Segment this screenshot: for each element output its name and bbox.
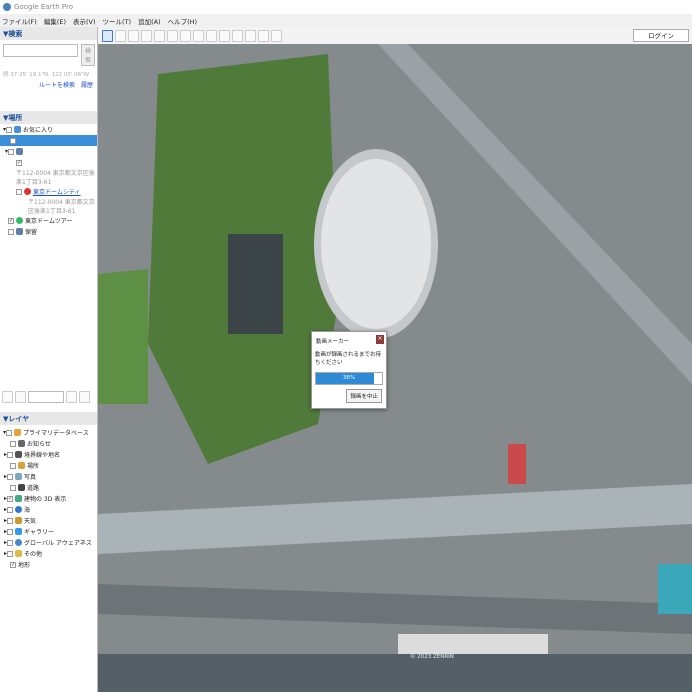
layer-item[interactable]: ▸ 写真 xyxy=(0,471,97,482)
menu-bar: ファイル(F) 編集(E) 表示(V) ツール(T) 追加(A) ヘルプ(H) xyxy=(0,14,692,27)
menu-view[interactable]: 表示(V) xyxy=(73,16,96,26)
dialog-message: 動画が録画されるまでお待ちください xyxy=(315,352,382,366)
menu-file[interactable]: ファイル(F) xyxy=(2,16,37,26)
panel-icon[interactable] xyxy=(15,391,26,403)
places-tree: ▾ お気に入り ✓ ▾ ✓ 〒112-0004 東京都文京区後楽1丁目3-61 東… xyxy=(0,124,97,237)
search-places-icon[interactable] xyxy=(2,391,13,403)
search-panel-header[interactable]: ▼検索 xyxy=(0,27,97,40)
layer-item[interactable]: ▸ ギャラリー xyxy=(0,526,97,537)
ocean-icon xyxy=(15,506,23,513)
historical-imagery-icon[interactable] xyxy=(180,29,191,42)
place-item[interactable]: ✓ xyxy=(0,157,97,168)
gallery-icon xyxy=(15,528,23,535)
layer-item[interactable]: ▸ 境界線や地名 xyxy=(0,449,97,460)
progress-label: 36% xyxy=(342,375,356,381)
close-icon[interactable]: × xyxy=(376,335,384,344)
places-toolbar xyxy=(2,391,90,403)
layers-tree: ▾ プライマリデータベース お知らせ ▸ 境界線や地名 場所 ▸ 写真 道路 ▸ ✓ 建物… xyxy=(0,425,97,570)
places-panel-header[interactable]: ▼場所 xyxy=(0,111,97,124)
sidebar: ▼検索 検索 例 37 25' 19.1"N, 122 05' 06"W ルート… xyxy=(0,27,98,692)
search-input[interactable] xyxy=(3,44,78,57)
planets-icon[interactable] xyxy=(206,29,217,42)
search-button[interactable]: 検索 xyxy=(81,44,96,66)
history-link[interactable]: 履歴 xyxy=(81,82,93,89)
tour-icon xyxy=(16,217,23,224)
progress-bar: 36% xyxy=(315,372,383,385)
global-awareness-icon xyxy=(15,539,23,546)
app-title: Google Earth Pro xyxy=(14,3,74,11)
place-item[interactable]: 保留 xyxy=(0,226,97,237)
placemark-icon xyxy=(24,188,31,195)
places-icon xyxy=(18,462,25,469)
toolbar: ログイン xyxy=(98,27,692,44)
database-icon xyxy=(14,429,22,436)
place-item[interactable]: ▾ お気に入り xyxy=(0,124,97,135)
add-path-icon[interactable] xyxy=(141,29,152,42)
menu-help[interactable]: ヘルプ(H) xyxy=(168,16,197,26)
menu-edit[interactable]: 編集(E) xyxy=(44,16,66,26)
move-up-icon[interactable] xyxy=(66,391,77,403)
photos-icon xyxy=(15,473,23,480)
route-link[interactable]: ルートを検索 xyxy=(39,82,75,89)
print-icon[interactable] xyxy=(245,29,256,42)
layer-item[interactable]: ▸ その他 xyxy=(0,548,97,559)
login-button[interactable]: ログイン xyxy=(633,29,689,42)
sidebar-toggle-icon[interactable] xyxy=(102,29,113,42)
folder-icon xyxy=(16,228,23,235)
more-icon xyxy=(15,550,23,557)
menu-tools[interactable]: ツール(T) xyxy=(103,16,132,26)
place-item[interactable]: ✓ 東京ドームツアー xyxy=(0,215,97,226)
imagery-attribution: © 2023 ZENRIN xyxy=(410,654,454,660)
title-bar: Google Earth Pro xyxy=(0,0,692,14)
map-view[interactable]: © 2023 ZENRIN xyxy=(98,44,692,692)
dialog-title: 動画メーカー xyxy=(316,339,350,345)
layer-item[interactable]: 道路 xyxy=(0,482,97,493)
folder-icon xyxy=(16,148,24,155)
movie-maker-dialog: 動画メーカー × 動画が録画されるまでお待ちください 36% 録画を中止 xyxy=(311,331,387,409)
layer-item[interactable]: お知らせ xyxy=(0,438,97,449)
satellite-imagery xyxy=(98,44,692,692)
place-item[interactable]: 東京ドームシティ xyxy=(0,186,97,197)
places-filter-input[interactable] xyxy=(28,391,64,403)
ruler-icon[interactable] xyxy=(219,29,230,42)
add-placemark-icon[interactable] xyxy=(115,29,126,42)
layer-item[interactable]: ▸ 天気 xyxy=(0,515,97,526)
add-image-overlay-icon[interactable] xyxy=(154,29,165,42)
place-address: 〒112-0004 東京都文京区後楽1丁目3-61 xyxy=(28,199,95,215)
record-tour-icon[interactable] xyxy=(167,29,178,42)
sunlight-icon[interactable] xyxy=(193,29,204,42)
place-address: 〒112-0004 東京都文京区後楽1丁目3-61 xyxy=(16,170,95,186)
app-logo-icon xyxy=(3,3,11,11)
add-polygon-icon[interactable] xyxy=(128,29,139,42)
layer-item[interactable]: ▸ ✓ 建物の 3D 表示 xyxy=(0,493,97,504)
stop-recording-button[interactable]: 録画を中止 xyxy=(346,389,382,403)
layer-item[interactable]: ✓ 地形 xyxy=(0,559,97,570)
layer-item[interactable]: 場所 xyxy=(0,460,97,471)
save-image-icon[interactable] xyxy=(258,29,269,42)
search-hint: 例 37 25' 19.1"N, 122 05' 06"W xyxy=(3,72,90,78)
weather-icon xyxy=(15,517,23,524)
3d-buildings-icon xyxy=(15,495,23,502)
folder-icon xyxy=(14,126,22,133)
move-down-icon[interactable] xyxy=(79,391,90,403)
notice-icon xyxy=(18,440,25,447)
roads-icon xyxy=(18,484,25,491)
layer-item[interactable]: ▸ 海 xyxy=(0,504,97,515)
layers-panel-header[interactable]: ▼レイヤ xyxy=(0,412,97,425)
layer-item[interactable]: ▸ グローバル アウェアネス xyxy=(0,537,97,548)
email-icon[interactable] xyxy=(232,29,243,42)
layer-item[interactable]: ▾ プライマリデータベース xyxy=(0,427,97,438)
place-item[interactable]: ▾ xyxy=(0,146,97,157)
place-item[interactable]: ✓ xyxy=(0,135,97,146)
borders-icon xyxy=(15,451,23,458)
view-in-maps-icon[interactable] xyxy=(271,29,282,42)
menu-add[interactable]: 追加(A) xyxy=(138,16,161,26)
